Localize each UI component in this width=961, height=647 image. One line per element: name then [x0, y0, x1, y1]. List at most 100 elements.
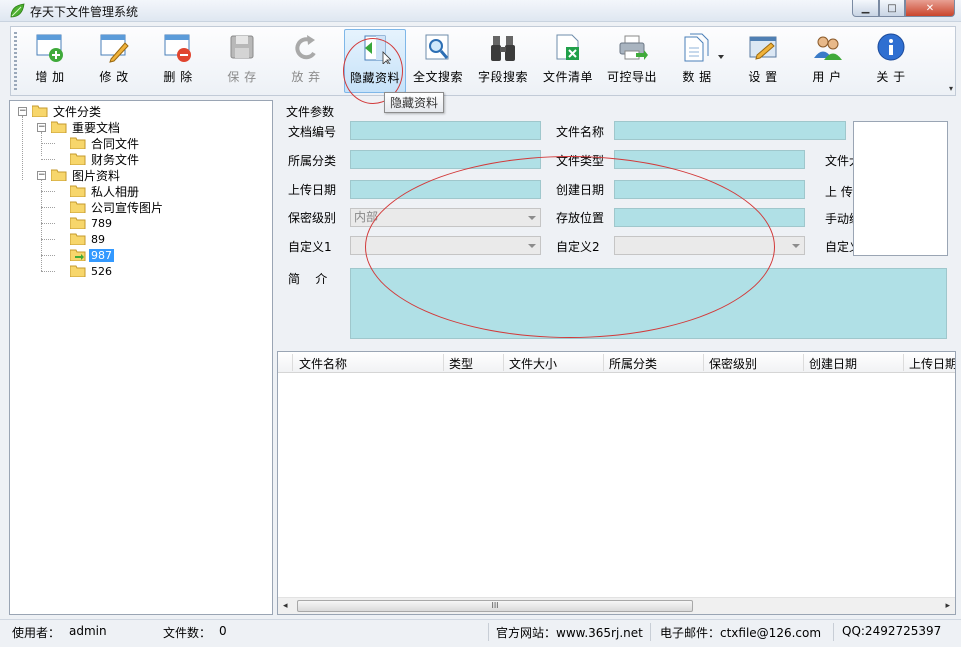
col-header-category[interactable]: 所属分类 — [609, 355, 657, 372]
delete-document-icon — [164, 34, 191, 62]
highlight-circle-form — [365, 156, 775, 338]
custom3-label: 自定义 — [825, 240, 853, 254]
col-header-file-name[interactable]: 文件名称 — [299, 355, 347, 372]
group-title: 文件参数 — [286, 105, 335, 119]
controlled-export-button-label: 可控导出 — [606, 70, 657, 84]
secret-level-label: 保密级别 — [288, 211, 337, 225]
controlled-export-button[interactable]: 可控导出 — [604, 29, 660, 93]
tree-node-album[interactable]: 私人相册 — [70, 183, 141, 199]
folder-icon — [70, 201, 86, 213]
tree-node-89[interactable]: 89 — [70, 231, 107, 247]
file-count-label: 文件数： — [163, 626, 212, 640]
folder-icon — [70, 137, 86, 149]
upload-date-label: 上传日期 — [288, 183, 337, 197]
qq-text: QQ:2492725397 — [842, 624, 942, 638]
tree-node-contracts[interactable]: 合同文件 — [70, 135, 141, 151]
save-button-label: 保 存 — [227, 70, 257, 84]
doc-no-label: 文档编号 — [288, 125, 337, 139]
doc-no-input[interactable] — [350, 121, 541, 140]
tree-node-label: 89 — [91, 232, 105, 246]
intro-label: 简 介 — [288, 272, 328, 286]
toolbar-grip[interactable] — [14, 32, 17, 90]
discard-button[interactable]: 放 弃 — [282, 29, 330, 93]
save-button[interactable]: 保 存 — [218, 29, 266, 93]
edit-button-label: 修 改 — [99, 70, 129, 84]
data-menu-button-label: 数 据 — [682, 70, 712, 84]
about-button-label: 关 于 — [876, 70, 906, 84]
close-icon: ✕ — [925, 2, 935, 14]
data-menu-button[interactable]: 数 据 — [669, 29, 725, 93]
field-search-button-label: 字段搜索 — [477, 70, 528, 84]
tree-node-label: 图片资料 — [72, 168, 121, 183]
printer-export-icon — [619, 35, 648, 60]
tree-node-789[interactable]: 789 — [70, 215, 114, 231]
delete-button[interactable]: 删 除 — [154, 29, 202, 93]
col-header-size[interactable]: 文件大小 — [509, 355, 557, 372]
scrollbar-thumb[interactable]: III — [297, 600, 693, 612]
tree-node-important-docs[interactable]: 重要文档 — [51, 119, 122, 135]
folder-open-icon — [32, 105, 48, 117]
main-toolbar: 增 加 修 改 删 除 保 存 放 弃 隐藏资料 全文搜索 字段搜索 文件清单 … — [10, 26, 956, 96]
tree-node-root[interactable]: 文件分类 — [32, 103, 103, 119]
minimize-button[interactable]: ▁ — [852, 0, 879, 17]
uploader-label: 上 传 — [825, 185, 853, 199]
file-list-button-label: 文件清单 — [542, 70, 593, 84]
field-search-button[interactable]: 字段搜索 — [475, 29, 531, 93]
settings-button-label: 设 置 — [748, 70, 778, 84]
photo-preview[interactable] — [853, 121, 948, 256]
tree-node-label: 私人相册 — [91, 184, 140, 199]
magnifier-document-icon — [425, 34, 449, 60]
close-button[interactable]: ✕ — [905, 0, 955, 17]
col-header-upload-date[interactable]: 上传日期 — [909, 355, 955, 372]
tree-node-images[interactable]: 图片资料 — [51, 167, 122, 183]
file-name-input[interactable] — [614, 121, 846, 140]
tree-node-finance[interactable]: 财务文件 — [70, 151, 141, 167]
col-header-secret-level[interactable]: 保密级别 — [709, 355, 757, 372]
col-header-create-date[interactable]: 创建日期 — [809, 355, 857, 372]
scroll-right-icon[interactable]: ▸ — [945, 601, 950, 611]
scroll-left-icon[interactable]: ◂ — [283, 601, 288, 611]
tree-expander-root[interactable]: − — [18, 107, 27, 116]
add-button[interactable]: 增 加 — [26, 29, 74, 93]
category-tree[interactable]: − 文件分类 − 重要文档 合同文件 财务文件 − 图片资料 私人相册 公司宣传… — [9, 100, 273, 615]
folder-open-icon — [51, 169, 67, 181]
tree-node-label: 公司宣传图片 — [91, 200, 164, 215]
status-bar: 使用者： admin 文件数： 0 官方网站：www.365rj.net 电子邮… — [0, 619, 961, 647]
maximize-icon: □ — [887, 2, 897, 14]
add-button-label: 增 加 — [35, 70, 65, 84]
users-icon — [814, 36, 842, 60]
toolbar-overflow-button[interactable]: ▾ — [949, 84, 953, 93]
col-header-type[interactable]: 类型 — [449, 355, 473, 372]
fulltext-search-button[interactable]: 全文搜索 — [411, 29, 465, 93]
excel-export-icon — [556, 34, 579, 60]
tree-node-526[interactable]: 526 — [70, 263, 114, 279]
users-button[interactable]: 用 户 — [799, 29, 855, 93]
maximize-button[interactable]: □ — [879, 0, 905, 17]
manual-no-label: 手动编 — [825, 212, 853, 226]
users-button-label: 用 户 — [812, 70, 842, 84]
window-title: 存天下文件管理系统 — [30, 5, 139, 19]
about-button[interactable]: 关 于 — [863, 29, 919, 93]
discard-button-label: 放 弃 — [291, 70, 321, 84]
chevron-down-icon — [792, 244, 800, 248]
folder-icon — [70, 185, 86, 197]
data-menu-dropdown-arrow[interactable] — [718, 55, 724, 59]
save-disk-icon — [230, 35, 254, 59]
tree-node-label: 财务文件 — [91, 152, 140, 167]
add-document-icon — [36, 34, 63, 62]
file-table[interactable]: 文件名称 类型 文件大小 所属分类 保密级别 创建日期 上传日期 ◂ III ▸ — [277, 351, 956, 615]
tree-node-987[interactable]: 987 — [70, 247, 114, 263]
horizontal-scrollbar[interactable]: ◂ III ▸ — [278, 597, 955, 614]
settings-button[interactable]: 设 置 — [735, 29, 791, 93]
tree-expander-group-2[interactable]: − — [37, 171, 46, 180]
edit-button[interactable]: 修 改 — [90, 29, 138, 93]
delete-button-label: 删 除 — [163, 70, 193, 84]
folder-icon — [70, 217, 86, 229]
fulltext-search-button-label: 全文搜索 — [412, 70, 463, 84]
tree-node-label: 重要文档 — [72, 120, 121, 135]
category-label: 所属分类 — [288, 154, 337, 168]
tree-expander-group-1[interactable]: − — [37, 123, 46, 132]
file-list-button[interactable]: 文件清单 — [540, 29, 596, 93]
tree-node-promo[interactable]: 公司宣传图片 — [70, 199, 165, 215]
tree-node-label-selected: 987 — [89, 248, 114, 262]
